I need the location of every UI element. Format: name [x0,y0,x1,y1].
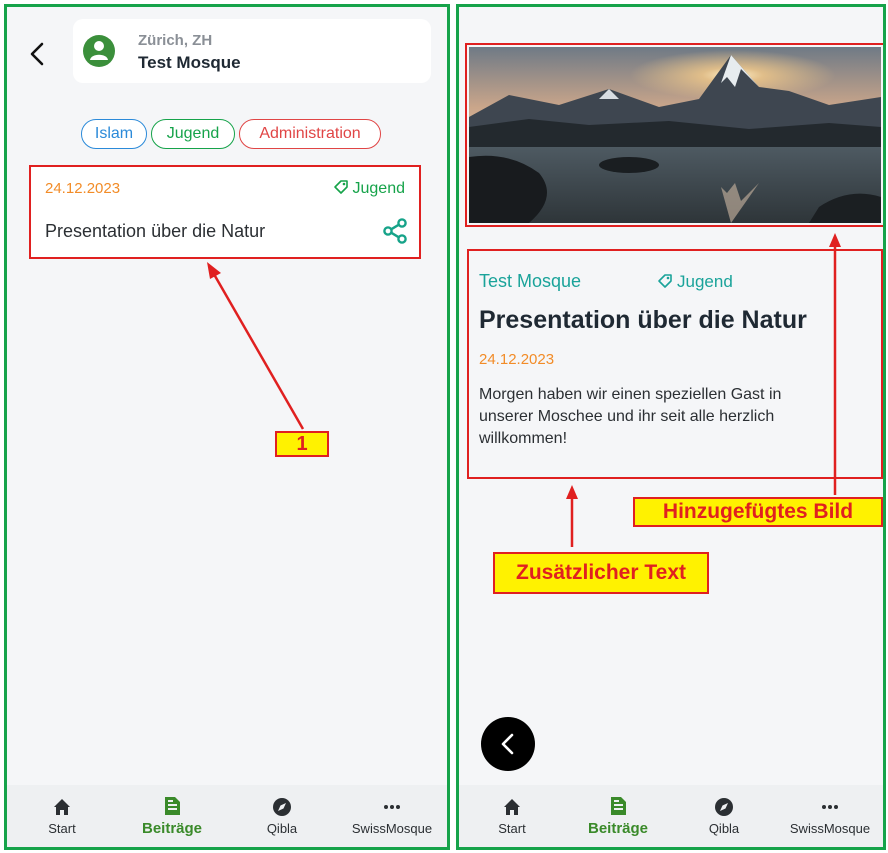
nav-beitraege-label: Beiträge [587,820,649,837]
nav-beitraege-label: Beiträge [141,820,203,837]
bottom-navigation: Start Beiträge Qibla SwissMosque [459,785,883,847]
nav-beitraege[interactable]: Beiträge [565,785,671,847]
nav-start[interactable]: Start [459,785,565,847]
nav-beitraege[interactable]: Beiträge [117,785,227,847]
compass-icon [273,798,291,816]
nav-qibla[interactable]: Qibla [227,785,337,847]
home-icon [54,799,70,815]
callout-additional-text: Zusätzlicher Text [493,552,709,594]
back-chevron-icon [501,733,514,755]
left-screen: Zürich, ZH Test Mosque Islam Jugend Admi… [4,4,450,850]
nav-qibla-label: Qibla [708,821,740,836]
callout-added-image: Hinzugefügtes Bild [633,497,883,527]
floating-back-button[interactable] [481,717,535,771]
nav-start[interactable]: Start [7,785,117,847]
compass-icon [715,798,733,816]
nav-swissmosque[interactable]: SwissMosque [337,785,447,847]
annotation-arrow [207,262,305,430]
document-icon [165,797,180,815]
nav-swissmosque-label: SwissMosque [351,821,433,836]
bottom-navigation: Start Beiträge Qibla SwissMosque [7,785,447,847]
nav-swissmosque-label: SwissMosque [789,821,871,836]
nav-qibla[interactable]: Qibla [671,785,777,847]
more-dots-icon [384,805,400,809]
nav-start-label: Start [498,821,526,836]
nav-start-label: Start [48,821,76,836]
callout-number-1: 1 [275,431,329,457]
more-dots-icon [822,805,838,809]
right-screen: Test Mosque Jugend Presentation über die… [456,4,886,850]
document-icon [611,797,626,815]
nav-qibla-label: Qibla [266,821,298,836]
nav-swissmosque[interactable]: SwissMosque [777,785,883,847]
home-icon [504,799,520,815]
